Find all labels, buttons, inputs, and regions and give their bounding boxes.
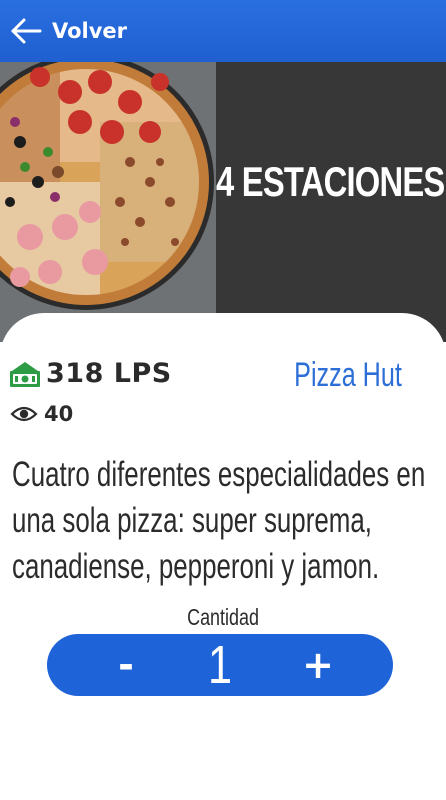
views-count: 40 xyxy=(44,402,74,426)
back-button[interactable]: Volver xyxy=(52,19,127,43)
product-hero: 4 ESTACIONES xyxy=(0,62,446,342)
pizza-image xyxy=(0,62,216,342)
brand-name: Pizza Hut xyxy=(294,356,402,394)
money-icon xyxy=(8,359,42,389)
decrease-button[interactable]: - xyxy=(91,634,161,696)
product-description: Cuatro diferentes especialidades en una … xyxy=(12,455,426,586)
increase-button[interactable]: + xyxy=(283,634,353,696)
arrow-left-icon[interactable] xyxy=(10,17,42,45)
quantity-value: 1 xyxy=(207,635,233,695)
quantity-stepper: - 1 + xyxy=(47,634,393,696)
eye-icon xyxy=(10,404,38,424)
price-label: 318 LPS xyxy=(46,358,172,389)
top-bar: Volver xyxy=(0,0,446,62)
quantity-label: Cantidad xyxy=(0,604,446,631)
quantity-label-text: Cantidad xyxy=(187,604,259,630)
views-row: 40 xyxy=(10,402,73,426)
price-row: 318 LPS xyxy=(8,358,172,389)
product-title: 4 ESTACIONES xyxy=(216,158,445,205)
